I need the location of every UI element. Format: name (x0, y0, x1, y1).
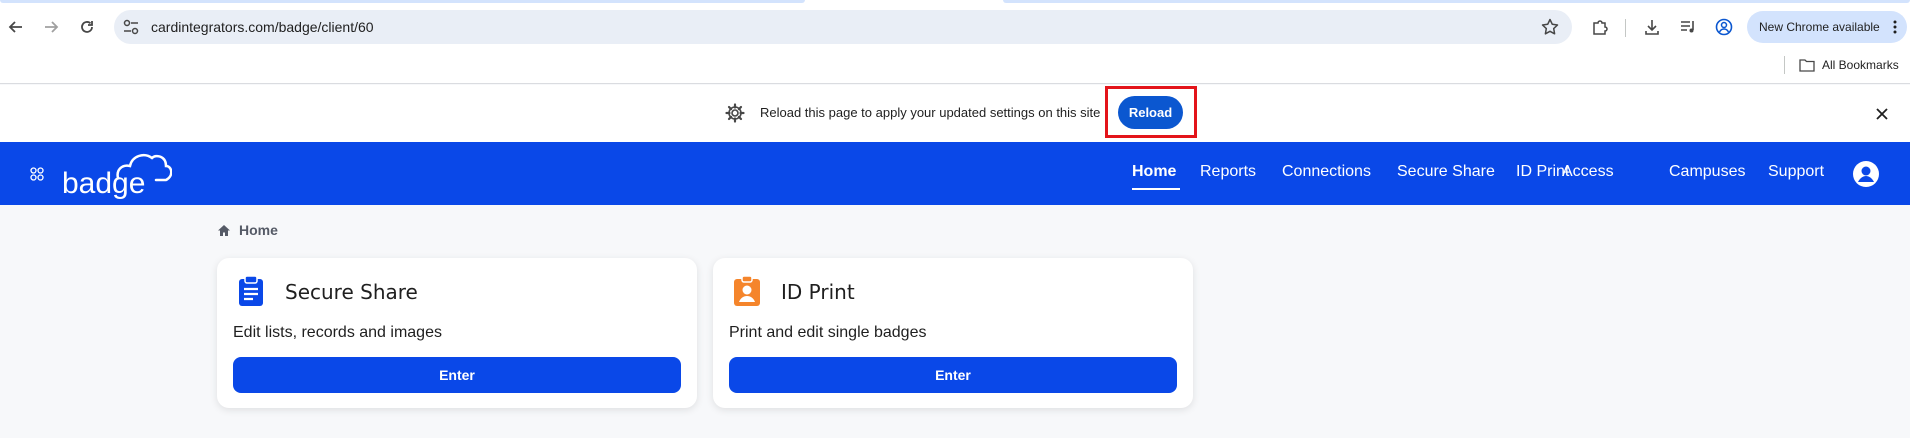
downloads-button[interactable] (1638, 13, 1666, 41)
card-description: Print and edit single badges (729, 324, 927, 341)
id-badge-icon (734, 275, 760, 306)
breadcrumb-home[interactable]: Home (239, 222, 278, 238)
site-settings-icon[interactable] (122, 18, 140, 36)
card-title: ID Print (781, 280, 855, 304)
infobar-message: Reload this page to apply your updated s… (760, 105, 1101, 120)
secure-share-enter-button[interactable]: Enter (233, 357, 681, 393)
nav-reports[interactable]: Reports (1200, 163, 1256, 181)
reload-button[interactable]: Reload (1118, 96, 1183, 129)
arrow-right-icon (45, 21, 59, 33)
logo-text: badge (62, 167, 145, 200)
nav-home[interactable]: Home (1132, 163, 1176, 181)
download-icon (1645, 20, 1659, 35)
folder-icon (1799, 59, 1815, 72)
clipboard-icon (239, 275, 263, 306)
forward-button[interactable] (37, 13, 65, 41)
back-button[interactable] (2, 13, 30, 41)
home-icon (218, 224, 230, 236)
toolbar-divider (1625, 19, 1626, 37)
all-bookmarks-label: All Bookmarks (1822, 58, 1899, 72)
badge-logo[interactable]: badge (60, 146, 172, 202)
card-description: Edit lists, records and images (233, 324, 442, 341)
nav-connections[interactable]: Connections (1282, 163, 1371, 181)
nav-access[interactable]: Access (1562, 163, 1614, 181)
close-icon[interactable] (1873, 105, 1891, 123)
bookmarks-bar: All Bookmarks (0, 50, 1910, 84)
media-controls-button[interactable] (1674, 13, 1702, 41)
id-print-enter-button[interactable]: Enter (729, 357, 1177, 393)
address-bar[interactable]: cardintegrators.com/badge/client/60 (114, 10, 1572, 44)
browser-toolbar: cardintegrators.com/badge/client/60 New … (0, 4, 1910, 50)
bookmarks-divider (1784, 56, 1785, 74)
tab-background (1003, 0, 1910, 3)
nav-active-indicator (1132, 188, 1180, 190)
tab-background (0, 0, 805, 3)
all-bookmarks-button[interactable]: All Bookmarks (1799, 54, 1899, 76)
arrow-left-icon (8, 21, 22, 33)
breadcrumb: Home (217, 222, 278, 238)
more-vertical-icon (1893, 20, 1897, 34)
card-title: Secure Share (285, 280, 418, 304)
user-account-icon[interactable] (1852, 160, 1880, 188)
puzzle-icon (1593, 20, 1608, 35)
bookmark-star-icon[interactable] (1540, 17, 1560, 37)
apps-grid-icon[interactable] (30, 167, 44, 181)
refresh-button[interactable] (73, 13, 101, 41)
nav-campuses[interactable]: Campuses (1669, 163, 1745, 181)
app-header: badge Home Reports Connections Secure Sh… (0, 142, 1910, 205)
gear-icon (725, 103, 745, 123)
extensions-button[interactable] (1586, 13, 1614, 41)
new-chrome-label: New Chrome available (1759, 20, 1880, 34)
refresh-icon (81, 21, 93, 33)
settings-infobar: Reload this page to apply your updated s… (0, 85, 1910, 142)
new-chrome-available-button[interactable]: New Chrome available (1747, 11, 1907, 43)
profile-button[interactable] (1710, 13, 1738, 41)
nav-support[interactable]: Support (1768, 163, 1824, 181)
playlist-icon (1681, 21, 1694, 33)
account-circle-icon (1715, 18, 1733, 36)
url-text[interactable]: cardintegrators.com/badge/client/60 (151, 19, 374, 35)
secure-share-card: Secure Share Edit lists, records and ima… (217, 258, 697, 408)
id-print-card: ID Print Print and edit single badges En… (713, 258, 1193, 408)
nav-secure-share[interactable]: Secure Share (1397, 163, 1495, 181)
